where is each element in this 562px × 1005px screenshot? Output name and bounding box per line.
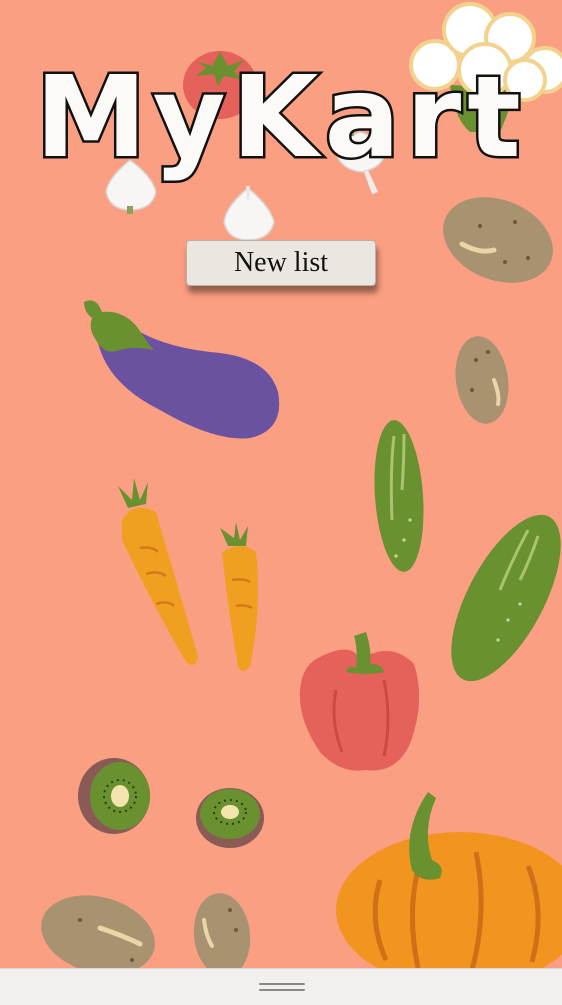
potato-icon [443, 197, 553, 283]
carrot-icon [118, 478, 198, 665]
potato-icon [193, 893, 251, 977]
app-title: MyKart [35, 53, 527, 183]
new-list-button[interactable]: New list [186, 240, 376, 286]
eggplant-icon [84, 300, 280, 439]
cucumber-icon [374, 420, 424, 572]
potato-icon [455, 336, 509, 424]
kiwi-icon [78, 758, 150, 834]
carrot-icon [220, 522, 258, 671]
bell-pepper-icon [299, 632, 420, 771]
kiwi-icon [196, 788, 264, 848]
drag-handle-icon[interactable] [259, 983, 305, 991]
pumpkin-icon [336, 792, 562, 988]
cucumber-icon [451, 514, 561, 682]
bottom-navigation-bar [0, 968, 562, 1005]
app-logo: MyKart [33, 51, 527, 186]
